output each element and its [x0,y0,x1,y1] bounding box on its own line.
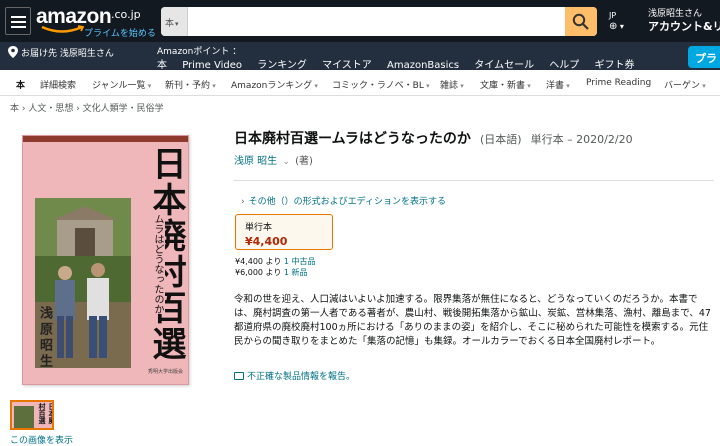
search-category-dropdown[interactable]: 本 [161,7,188,36]
search-button[interactable] [565,7,597,36]
book-cover-image[interactable]: 日本廃村百選 ムラはどうなったのか 浅原昭生 秀明大学出版会 [22,135,189,385]
category-bunko[interactable]: 文庫・新書 [480,78,531,91]
account-label: アカウント&リスト [648,20,720,33]
report-link[interactable]: 不正確な製品情報を報告。 [247,372,355,382]
amazon-logo[interactable]: amazon .co.jp プライムを始める [36,5,156,39]
offer-used-price: ¥4,400 より [235,257,282,266]
category-new-releases[interactable]: 新刊・予約 [165,78,216,91]
product-title: 日本廃村百選ームラはどうなったのか [234,131,471,147]
cover-author: 浅原昭生 [37,306,52,370]
category-prime-reading[interactable]: Prime Reading [586,78,651,88]
category-genres[interactable]: ジャンル一覧 [92,78,151,91]
category-advanced-search[interactable]: 詳細検索 [40,78,76,91]
category-foreign-books[interactable]: 洋書 [546,78,570,91]
search-bar: 本 [161,7,597,36]
offer-new-price: ¥6,000 より [235,268,282,277]
category-bar: 本 詳細検索 ジャンル一覧 新刊・予約 Amazonランキング コミック・ラノベ… [0,70,720,96]
other-editions[interactable]: › その他（）の形式およびエディションを表示する [241,194,446,207]
category-rankings[interactable]: Amazonランキング [231,78,318,91]
secondary-nav-bar: お届け先 浅原昭生さん Amazonポイント ： 本 Prime Video ラ… [0,42,720,71]
language-selector[interactable]: JP ⊕ ▾ [609,10,624,32]
logo-smile-icon [41,25,84,33]
author-link[interactable]: 浅原 昭生 [234,156,277,167]
product-title-line: 日本廃村百選ームラはどうなったのか (日本語) 単行本 – 2020/2/20 [234,128,633,148]
product-description: 令和の世を迎え、人口減はいよいよ加速する。限界集落が無住になると、どうなっていく… [234,294,711,347]
prime-banner[interactable]: プラ [688,46,720,68]
account-greeting: 浅原昭生さん [648,9,703,19]
menu-icon[interactable] [5,7,31,35]
account-menu[interactable]: 浅原昭生さん アカウント&リスト [648,9,720,33]
globe-icon: ⊕ [609,21,618,32]
cover-subtitle: ムラはどうなったのか [150,214,165,314]
format-price: ¥4,400 [245,235,288,248]
offers-list: ¥4,400 より 1 中古品 ¥6,000 より 1 新品 [235,256,316,278]
author-line: 浅原 昭生 ⌄ (著) [234,152,313,167]
breadcrumb[interactable]: 本 › 人文・思想 › 文化人類学・民俗学 [10,101,164,114]
product-language: (日本語) [479,133,522,146]
cover-publisher: 秀明大学出版会 [148,369,184,375]
divider [234,180,714,181]
search-input[interactable] [188,7,565,36]
cover-top-strip [23,136,188,142]
deliver-to-label: お届け先 浅原昭生さん [21,49,114,59]
offer-new-link[interactable]: 1 新品 [284,268,308,277]
top-nav-bar: amazon .co.jp プライムを始める 本 JP ⊕ ▾ 浅原昭生さん ア… [0,0,720,42]
category-bargain[interactable]: バーゲン [664,78,706,91]
category-magazines[interactable]: 雑誌 [440,78,464,91]
cover-thumbnail[interactable]: 日本廃村百選 [10,400,54,430]
category-comics[interactable]: コミック・ラノベ・BL [332,78,430,91]
nav-links: 本 Prime Video ランキング マイストア AmazonBasics タ… [157,56,646,71]
offer-used-link[interactable]: 1 中古品 [284,257,316,266]
format-option-selected[interactable]: 単行本 ¥4,400 [235,214,333,250]
deliver-to[interactable]: お届け先 浅原昭生さん [8,46,114,59]
prime-signup-link[interactable]: プライムを始める [84,26,156,39]
offer-used: ¥4,400 より 1 中古品 [235,256,316,267]
category-books[interactable]: 本 [16,78,25,91]
view-image-link[interactable]: この画像を表示 [10,433,73,446]
language-code: JP [609,11,617,20]
product-binding-date: 単行本 – 2020/2/20 [530,133,633,146]
author-role: (著) [295,156,313,167]
report-incorrect-info[interactable]: 不正確な製品情報を報告。 [234,369,355,382]
search-icon [572,13,589,30]
location-pin-icon [8,46,18,58]
offer-new: ¥6,000 より 1 新品 [235,267,316,278]
chevron-right-icon: › [241,197,245,207]
thumbnail-photo [14,406,34,428]
feedback-icon [234,372,244,380]
other-editions-link[interactable]: その他（）の形式およびエディションを表示する [249,197,446,207]
chevron-down-icon[interactable]: ⌄ [282,157,290,167]
format-name: 単行本 [245,223,273,233]
logo-tld: .co.jp [111,8,141,21]
thumbnail-title: 日本廃村百選 [38,403,54,424]
